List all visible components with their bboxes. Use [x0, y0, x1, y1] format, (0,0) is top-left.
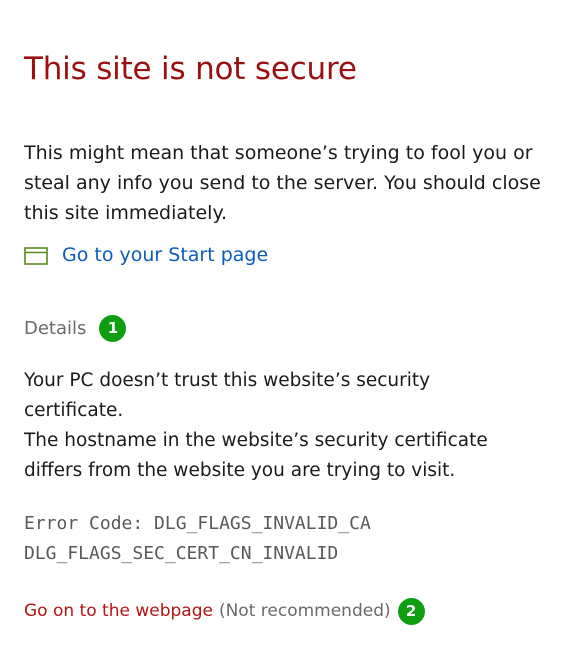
proceed-row: Go on to the webpage (Not recommended) 2 [24, 595, 425, 627]
callout-badge-1: 1 [99, 314, 127, 342]
details-line: certificate. [24, 400, 124, 421]
not-recommended-note: (Not recommended) [218, 601, 391, 621]
details-line: The hostname in the website’s security c… [24, 430, 488, 451]
page-title: This site is not secure [24, 50, 357, 87]
details-heading: Details 1 [24, 312, 127, 344]
details-label: Details [24, 317, 87, 339]
go-on-to-webpage-link[interactable]: Go on to the webpage [24, 601, 213, 621]
error-code-line: Error Code: DLG_FLAGS_INVALID_CA [24, 513, 371, 534]
go-to-start-page-link[interactable]: Go to your Start page [24, 239, 268, 271]
warning-message: This might mean that someone’s trying to… [24, 142, 541, 224]
browser-window-icon [24, 246, 48, 265]
callout-badge-2: 2 [397, 597, 425, 625]
details-line: Your PC doesn’t trust this website’s sec… [24, 370, 431, 391]
details-description: Your PC doesn’t trust this website’s sec… [24, 366, 549, 486]
details-line: differs from the website you are trying … [24, 460, 456, 481]
error-code: Error Code: DLG_FLAGS_INVALID_CA DLG_FLA… [24, 509, 371, 569]
error-code-line: DLG_FLAGS_SEC_CERT_CN_INVALID [24, 543, 339, 564]
start-page-link-label[interactable]: Go to your Start page [62, 244, 268, 266]
